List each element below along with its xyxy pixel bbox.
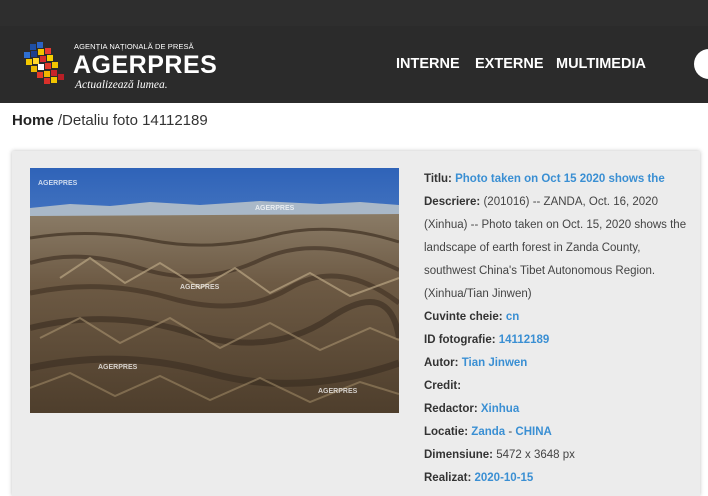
description-text: (201016) -- ZANDA, Oct. 16, 2020 (Xinhua… [424, 196, 687, 300]
detail-editor: Redactor: Xinhua [424, 403, 520, 415]
photo-image[interactable]: AGERPRES AGERPRES AGERPRES AGERPRES AGER… [30, 168, 399, 413]
photo-id-link[interactable]: 14112189 [499, 334, 550, 346]
nav-externe[interactable]: EXTERNE [475, 56, 544, 72]
dimensions-value: 5472 x 3648 px [496, 449, 575, 461]
title-link[interactable]: Photo taken on Oct 15 2020 shows the [455, 173, 665, 185]
agerpres-logo[interactable]: AGENȚIA NAȚIONALĂ DE PRESĂ AGERPRES Actu… [22, 40, 217, 92]
detail-credit: Credit: [424, 380, 462, 392]
detail-author: Autor: Tian Jinwen [424, 357, 528, 369]
brand-name: AGERPRES [73, 51, 218, 79]
author-link[interactable]: Tian Jinwen [462, 357, 528, 369]
nav-multimedia[interactable]: MULTIMEDIA [556, 56, 646, 72]
photo-watermark: AGERPRES [38, 180, 78, 187]
breadcrumb: Home /Detaliu foto 14112189 [12, 112, 208, 129]
brand-slogan: Actualizează lumea. [75, 79, 168, 91]
location-separator: - [508, 426, 513, 438]
photo-watermark: AGERPRES [98, 364, 138, 371]
agency-name: AGENȚIA NAȚIONALĂ DE PRESĂ [74, 42, 194, 51]
detail-date: Realizat: 2020-10-15 [424, 472, 534, 484]
search-icon[interactable] [694, 49, 708, 79]
location-country-link[interactable]: CHINA [515, 426, 551, 438]
detail-description: Descriere: (201016) -- ZANDA, Oct. 16, 2… [424, 196, 687, 300]
site-header: AGENȚIA NAȚIONALĂ DE PRESĂ AGERPRES Actu… [0, 26, 708, 103]
photo-watermark: AGERPRES [180, 284, 220, 291]
photo-watermark: AGERPRES [255, 205, 295, 212]
top-strip [0, 0, 708, 26]
detail-location: Locatie: Zanda - CHINA [424, 426, 552, 438]
photo-details: Titlu: Photo taken on Oct 15 2020 shows … [424, 168, 694, 490]
breadcrumb-home[interactable]: Home [12, 112, 54, 129]
breadcrumb-current: Detaliu foto 14112189 [62, 112, 208, 129]
breadcrumb-separator: / [53, 112, 63, 129]
nav-interne[interactable]: INTERNE [396, 56, 460, 72]
photo-watermark: AGERPRES [318, 388, 358, 395]
logo-mosaic-icon [24, 42, 64, 84]
detail-title: Titlu: Photo taken on Oct 15 2020 shows … [424, 173, 665, 185]
date-link[interactable]: 2020-10-15 [475, 472, 534, 484]
detail-photo-id: ID fotografie: 14112189 [424, 334, 550, 346]
editor-link[interactable]: Xinhua [481, 403, 519, 415]
detail-keywords: Cuvinte cheie: cn [424, 311, 520, 323]
keyword-link[interactable]: cn [506, 311, 519, 323]
location-city-link[interactable]: Zanda [471, 426, 505, 438]
detail-dimensions: Dimensiune: 5472 x 3648 px [424, 449, 575, 461]
